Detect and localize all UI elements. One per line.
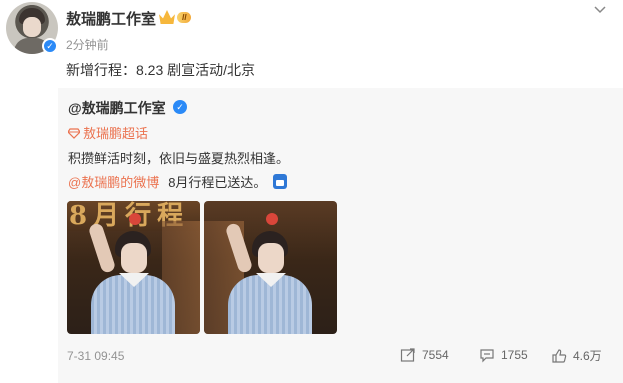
- share-count: 7554: [422, 348, 449, 362]
- crown-icon: [159, 10, 175, 24]
- original-text: 积攒鲜活时刻，依旧与盛夏热烈相逢。: [68, 151, 290, 166]
- mention-line: @敖瑞鹏的微博 8月行程已送达。: [68, 172, 288, 191]
- diamond-icon: [68, 127, 80, 139]
- verified-icon: ✓: [173, 100, 187, 114]
- original-author[interactable]: @敖瑞鹏工作室: [68, 98, 166, 118]
- mention-suffix: 8月行程已送达。: [168, 175, 267, 190]
- photo-face: [258, 243, 284, 273]
- photo-thumbnail-1[interactable]: 8月行程: [67, 201, 200, 334]
- super-topic-link[interactable]: 敖瑞鹏超话: [68, 123, 148, 142]
- share-icon: [400, 348, 415, 362]
- comment-button[interactable]: 1755: [479, 347, 528, 363]
- vip-badge[interactable]: II: [159, 10, 192, 24]
- schedule-icon: [273, 174, 288, 189]
- photo-apple: [266, 213, 278, 225]
- photo-apple: [129, 213, 141, 225]
- super-topic-label: 敖瑞鹏超话: [83, 126, 149, 141]
- like-button[interactable]: 4.6万: [551, 347, 602, 364]
- vip-level: II: [177, 11, 192, 23]
- post-time[interactable]: 2分钟前: [66, 36, 109, 53]
- avatar-face: [23, 17, 41, 37]
- verified-icon: ✓: [42, 38, 58, 54]
- comment-icon: [480, 349, 494, 363]
- like-icon: [552, 348, 567, 363]
- repost-timestamp[interactable]: 7-31 09:45: [67, 349, 124, 363]
- share-button[interactable]: 7554: [400, 347, 449, 363]
- post-text: 新增行程：8.23 剧宣活动/北京: [66, 62, 256, 78]
- photo-thumbnail-2[interactable]: [204, 201, 337, 334]
- author-name[interactable]: 敖瑞鹏工作室: [66, 8, 156, 29]
- mention-link[interactable]: @敖瑞鹏的微博: [68, 172, 159, 191]
- photo-face: [121, 243, 147, 273]
- like-count: 4.6万: [573, 349, 602, 363]
- chevron-down-icon[interactable]: [592, 2, 608, 18]
- comment-count: 1755: [501, 348, 528, 362]
- repost-card[interactable]: @敖瑞鹏工作室 ✓ 敖瑞鹏超话 积攒鲜活时刻，依旧与盛夏热烈相逢。 @敖瑞鹏的微…: [58, 88, 623, 383]
